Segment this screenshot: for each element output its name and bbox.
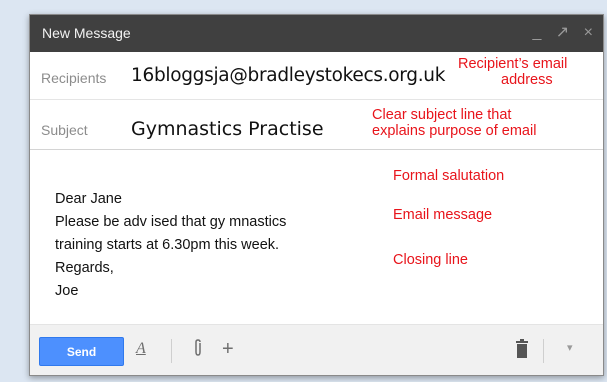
subject-field[interactable]: Gymnastics Practise	[131, 118, 324, 140]
annotation-subject: Clear subject line that explains purpose…	[372, 107, 536, 139]
compose-toolbar: Send A + ▾	[30, 324, 603, 375]
annotation-closing: Closing line	[393, 252, 468, 268]
annotation-line: Clear subject line that	[372, 107, 512, 123]
compose-title: New Message	[42, 25, 131, 41]
attach-icon[interactable]	[192, 338, 204, 363]
annotation-line: address	[501, 72, 553, 88]
message-body[interactable]: Dear Jane Please be adv ised that gy mna…	[55, 188, 375, 303]
paperclip-icon	[195, 339, 201, 356]
annotation-line: Recipient’s email	[458, 56, 568, 72]
formatting-icon[interactable]: A	[136, 340, 146, 358]
body-line: Joe	[55, 283, 79, 299]
recipients-field[interactable]: 16bloggsja@bradleystokecs.org.uk	[131, 65, 445, 86]
body-line: Regards,	[55, 260, 114, 276]
body-line: Dear Jane	[55, 191, 122, 207]
send-button[interactable]: Send	[39, 337, 124, 366]
close-icon[interactable]: ×	[584, 24, 593, 42]
subject-label: Subject	[41, 122, 88, 138]
delete-icon	[516, 339, 528, 358]
annotation-salutation: Formal salutation	[393, 168, 505, 184]
popout-icon[interactable]: ↗	[556, 22, 569, 42]
minimize-icon[interactable]: _	[532, 24, 541, 42]
trash-icon[interactable]	[515, 339, 529, 364]
more-options-plus-icon[interactable]: +	[222, 338, 234, 361]
annotation-line: explains purpose of email	[372, 123, 537, 139]
more-options-chevron-icon[interactable]: ▾	[567, 341, 573, 354]
body-line: training starts at 6.30pm this week.	[55, 237, 280, 253]
annotation-message: Email message	[393, 207, 493, 223]
recipients-label: Recipients	[41, 70, 107, 86]
toolbar-divider	[543, 339, 544, 363]
body-line: Please be adv ised that gy mnastics	[55, 214, 287, 230]
toolbar-divider	[171, 339, 172, 363]
compose-titlebar: New Message _ ↗ ×	[30, 15, 603, 52]
annotation-recipient: Recipient’s email address	[458, 56, 567, 88]
window-controls: _ ↗ ×	[522, 22, 593, 42]
